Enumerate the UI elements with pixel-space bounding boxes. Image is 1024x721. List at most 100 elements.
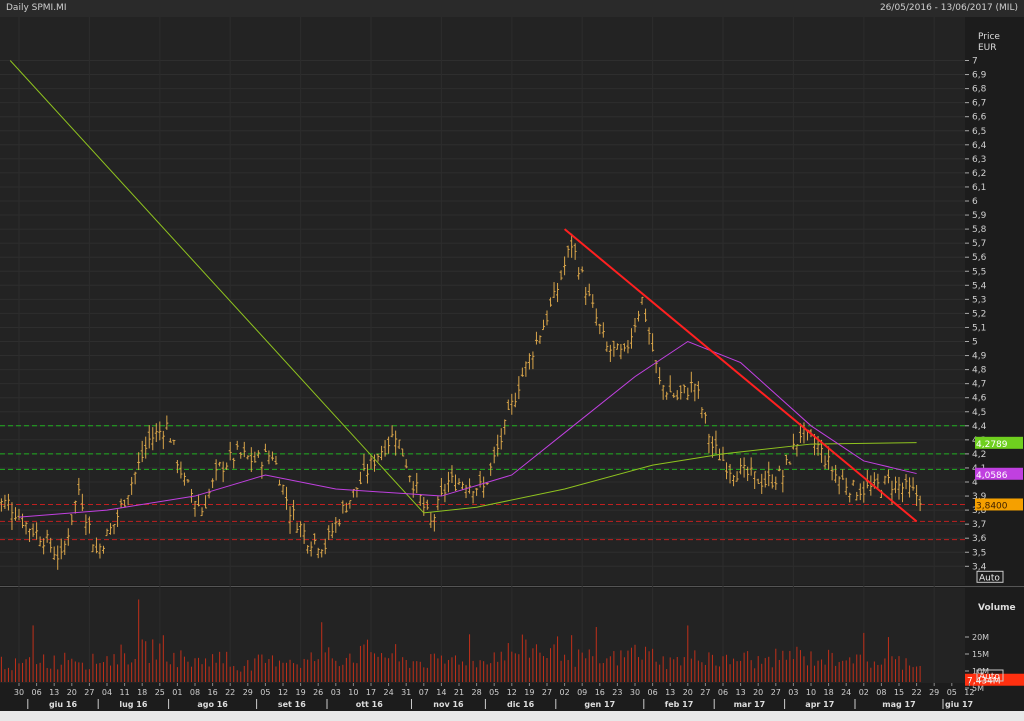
y-tick-label: 5,4 — [972, 281, 987, 291]
month-label: nov 16 — [433, 700, 464, 709]
y-tick-label: 3,6 — [972, 534, 987, 544]
y-tick-label: 6,2 — [972, 169, 986, 179]
x-tick-label: 27 — [771, 688, 781, 697]
y-tick-label: 6,7 — [972, 99, 986, 109]
date-range: 26/05/2016 - 13/06/2017 (MIL) — [879, 3, 1018, 13]
price-label: 4,0586 — [976, 471, 1008, 481]
x-tick-label: 08 — [876, 688, 886, 697]
y-tick-label: 4,2 — [972, 450, 986, 460]
volume-tick-label: 20M — [972, 633, 989, 642]
x-tick-label: 03 — [331, 688, 341, 697]
price-label: 4,2789 — [976, 440, 1008, 450]
y-tick-label: 4,7 — [972, 380, 986, 390]
month-label: giu 16 — [49, 700, 78, 709]
x-tick-label: 24 — [841, 688, 851, 697]
x-tick-label: 30 — [630, 688, 640, 697]
volume-panel — [0, 588, 965, 683]
x-tick-label: 13 — [665, 688, 675, 697]
month-label: apr 17 — [805, 700, 834, 709]
y-tick-label: 4,6 — [972, 394, 987, 404]
month-label: ago 16 — [197, 700, 228, 709]
x-tick-label: 19 — [296, 688, 306, 697]
price-label: 3,8400 — [976, 501, 1008, 511]
x-tick-label: 13 — [736, 688, 746, 697]
x-tick-label: 18 — [137, 688, 147, 697]
y-tick-label: 6,4 — [972, 141, 987, 151]
x-tick-label: 05 — [947, 688, 957, 697]
y-tick-label: 5,8 — [972, 225, 987, 235]
x-tick-label: 12 — [964, 688, 974, 697]
x-tick-label: 02 — [859, 688, 869, 697]
x-tick-label: 20 — [67, 688, 77, 697]
x-tick-label: 27 — [84, 688, 94, 697]
x-tick-label: 27 — [542, 688, 552, 697]
y-tick-label: 3,7 — [972, 520, 986, 530]
x-tick-label: 12 — [507, 688, 517, 697]
y-tick-label: 7 — [972, 57, 978, 67]
x-tick-label: 28 — [472, 688, 482, 697]
y-tick-label: 4,8 — [972, 366, 987, 376]
volume-auto-label: Auto — [979, 672, 1000, 682]
x-tick-label: 22 — [912, 688, 922, 697]
x-tick-label: 10 — [806, 688, 816, 697]
x-tick-label: 13 — [49, 688, 59, 697]
y-tick-label: 6,8 — [972, 85, 987, 95]
volume-tick-label: 15M — [972, 650, 989, 659]
x-tick-label: 12 — [278, 688, 288, 697]
y-tick-label: 5,3 — [972, 295, 986, 305]
x-tick-label: 06 — [648, 688, 658, 697]
volume-axis-title: Volume — [978, 603, 1016, 613]
y-tick-label: 6 — [972, 197, 978, 207]
x-tick-label: 20 — [753, 688, 763, 697]
month-label: giu 17 — [945, 700, 973, 709]
price-volume-chart[interactable]: 3,43,53,63,73,83,944,14,24,34,44,54,64,7… — [0, 17, 1024, 711]
price-axis-title: Price — [978, 32, 1000, 42]
x-tick-label: 03 — [788, 688, 798, 697]
x-tick-label: 14 — [436, 688, 446, 697]
y-tick-label: 4,9 — [972, 352, 987, 362]
x-tick-label: 09 — [577, 688, 587, 697]
price-axis-unit: EUR — [978, 43, 997, 53]
auto-scale-label: Auto — [979, 573, 1000, 583]
y-tick-label: 6,6 — [972, 113, 987, 123]
x-tick-label: 20 — [683, 688, 693, 697]
y-tick-label: 6,5 — [972, 127, 986, 137]
x-tick-label: 22 — [225, 688, 235, 697]
x-tick-label: 01 — [172, 688, 182, 697]
month-label: mag 17 — [882, 700, 915, 709]
month-label: dic 16 — [507, 700, 535, 709]
y-tick-label: 5,9 — [972, 211, 987, 221]
x-tick-label: 15 — [894, 688, 904, 697]
y-tick-label: 5,1 — [972, 323, 986, 333]
x-tick-label: 02 — [560, 688, 570, 697]
month-label: set 16 — [278, 700, 306, 709]
x-tick-label: 16 — [595, 688, 605, 697]
y-tick-label: 6,9 — [972, 71, 987, 81]
x-tick-label: 21 — [454, 688, 464, 697]
x-tick-label: 05 — [489, 688, 499, 697]
x-tick-label: 26 — [313, 688, 323, 697]
y-tick-label: 5 — [972, 338, 978, 348]
y-tick-label: 5,7 — [972, 239, 986, 249]
chart-title: Daily SPMI.MI — [6, 3, 67, 13]
x-tick-label: 31 — [401, 688, 411, 697]
y-tick-label: 6,1 — [972, 183, 986, 193]
x-tick-label: 19 — [524, 688, 534, 697]
x-tick-label: 16 — [208, 688, 218, 697]
month-label: gen 17 — [584, 700, 615, 709]
x-tick-label: 11 — [120, 688, 130, 697]
x-tick-label: 06 — [718, 688, 728, 697]
x-tick-label: 24 — [384, 688, 394, 697]
x-tick-label: 08 — [190, 688, 200, 697]
x-tick-label: 06 — [32, 688, 42, 697]
footer-strip — [0, 711, 1024, 721]
x-tick-label: 23 — [612, 688, 622, 697]
y-tick-label: 5,6 — [972, 253, 987, 263]
x-tick-label: 10 — [348, 688, 358, 697]
month-label: feb 17 — [665, 700, 694, 709]
month-label: lug 16 — [119, 700, 148, 709]
x-tick-label: 05 — [260, 688, 270, 697]
x-tick-label: 29 — [243, 688, 253, 697]
x-tick-label: 04 — [102, 688, 112, 697]
y-tick-label: 5,5 — [972, 267, 986, 277]
